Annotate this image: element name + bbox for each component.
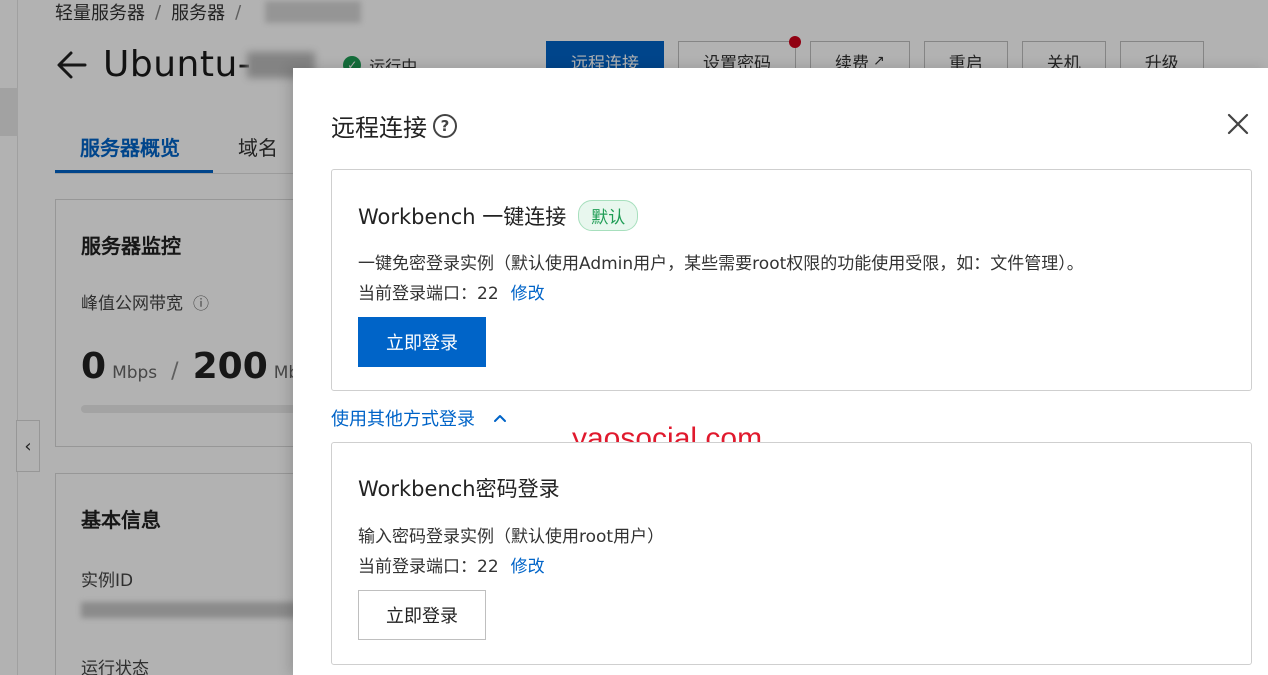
other-methods-label: 使用其他方式登录 — [331, 409, 475, 430]
panel2-title: Workbench密码登录 — [358, 473, 560, 503]
question-circle-icon[interactable]: ? — [433, 113, 457, 138]
panel2-port-label: 当前登录端口：22 — [358, 557, 499, 577]
other-methods-toggle[interactable]: 使用其他方式登录 — [331, 405, 507, 431]
workbench-one-click-panel: Workbench 一键连接 默认 一键免密登录实例（默认使用Admin用户，某… — [331, 169, 1252, 455]
panel1-title-text: Workbench 一键连接 — [358, 204, 567, 229]
drawer-title: 远程连接 — [331, 114, 427, 142]
panel1-port: 当前登录端口：22 修改 — [358, 279, 545, 304]
workbench-password-panel: Workbench密码登录 输入密码登录实例（默认使用root用户） 当前登录端… — [331, 442, 1252, 665]
panel1-modify-link[interactable]: 修改 — [511, 284, 545, 304]
panel2-modify-link[interactable]: 修改 — [511, 557, 545, 577]
panel2-description: 输入密码登录实例（默认使用root用户） — [358, 527, 665, 547]
default-badge: 默认 — [578, 200, 639, 231]
panel1-title: Workbench 一键连接 默认 — [358, 200, 639, 231]
drawer-header: 远程连接 ? — [331, 108, 457, 143]
close-icon[interactable] — [1226, 112, 1250, 136]
panel1-port-label: 当前登录端口：22 — [358, 284, 499, 304]
panel2-port: 当前登录端口：22 修改 — [358, 552, 545, 577]
password-login-button[interactable]: 立即登录 — [358, 590, 486, 640]
chevron-up-icon — [494, 415, 506, 422]
panel1-description: 一键免密登录实例（默认使用Admin用户，某些需要root权限的功能使用受限，如… — [358, 254, 1084, 274]
remote-connect-drawer: 远程连接 ? Workbench 一键连接 默认 一键免密登录实例（默认使用Ad… — [293, 68, 1268, 675]
one-click-login-button[interactable]: 立即登录 — [358, 317, 486, 367]
panel2-title-text: Workbench密码登录 — [358, 477, 560, 501]
